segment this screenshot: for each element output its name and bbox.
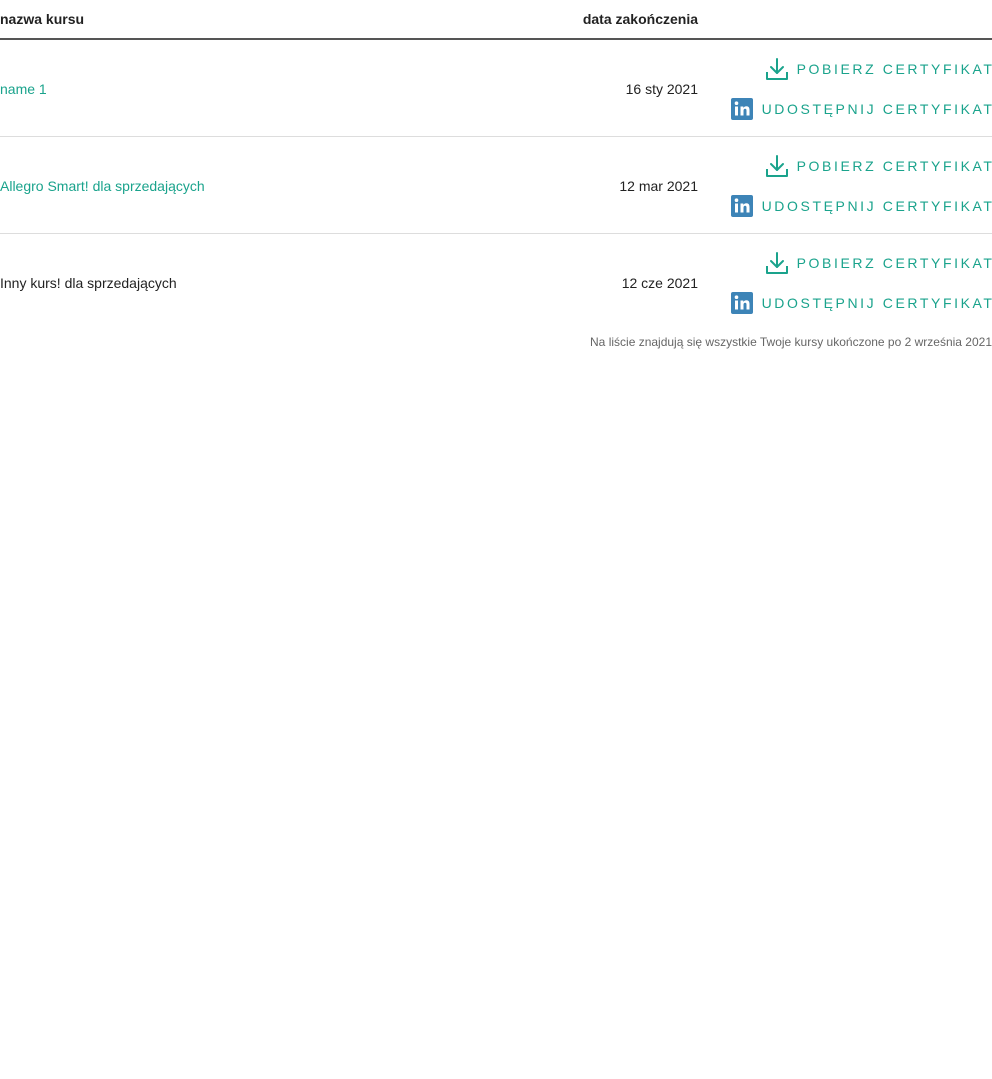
share-certificate-button[interactable]: UDOSTĘPNIJ CERTYFIKAT — [730, 96, 992, 122]
completion-date: 16 sty 2021 — [625, 81, 698, 97]
footnote: Na liście znajdują się wszystkie Twoje k… — [590, 335, 992, 349]
linkedin-icon — [730, 195, 753, 217]
course-name-link[interactable]: Allegro Smart! dla sprzedających — [0, 178, 205, 194]
download-icon — [765, 155, 788, 177]
column-header-completion-date: data zakończenia — [582, 11, 698, 27]
course-name-link[interactable]: name 1 — [0, 81, 47, 97]
share-certificate-label: UDOSTĘPNIJ CERTYFIKAT — [761, 295, 992, 311]
share-certificate-label: UDOSTĘPNIJ CERTYFIKAT — [761, 198, 992, 214]
courses-table: nazwa kursu data zakończenia name 1 16 s… — [0, 0, 992, 349]
download-icon — [765, 58, 788, 80]
table-row: Inny kurs! dla sprzedających 12 cze 2021… — [0, 234, 992, 330]
share-certificate-button[interactable]: UDOSTĘPNIJ CERTYFIKAT — [730, 290, 992, 316]
completion-date: 12 cze 2021 — [621, 275, 698, 291]
download-icon — [765, 252, 788, 274]
column-header-course-name: nazwa kursu — [0, 11, 85, 27]
download-certificate-label: POBIERZ CERTYFIKAT — [796, 255, 992, 271]
linkedin-icon — [730, 98, 753, 120]
linkedin-icon — [730, 292, 753, 314]
course-name: Inny kurs! dla sprzedających — [0, 275, 177, 291]
download-certificate-button[interactable]: POBIERZ CERTYFIKAT — [765, 153, 992, 179]
completion-date: 12 mar 2021 — [619, 178, 698, 194]
share-certificate-button[interactable]: UDOSTĘPNIJ CERTYFIKAT — [730, 193, 992, 219]
table-row: Allegro Smart! dla sprzedających 12 mar … — [0, 137, 992, 234]
download-certificate-button[interactable]: POBIERZ CERTYFIKAT — [765, 56, 992, 82]
download-certificate-label: POBIERZ CERTYFIKAT — [796, 158, 992, 174]
download-certificate-button[interactable]: POBIERZ CERTYFIKAT — [765, 250, 992, 276]
table-row: name 1 16 sty 2021 POBIERZ CERTYFIKAT UD… — [0, 40, 992, 137]
download-certificate-label: POBIERZ CERTYFIKAT — [796, 61, 992, 77]
table-header: nazwa kursu data zakończenia — [0, 0, 992, 40]
share-certificate-label: UDOSTĘPNIJ CERTYFIKAT — [761, 101, 992, 117]
